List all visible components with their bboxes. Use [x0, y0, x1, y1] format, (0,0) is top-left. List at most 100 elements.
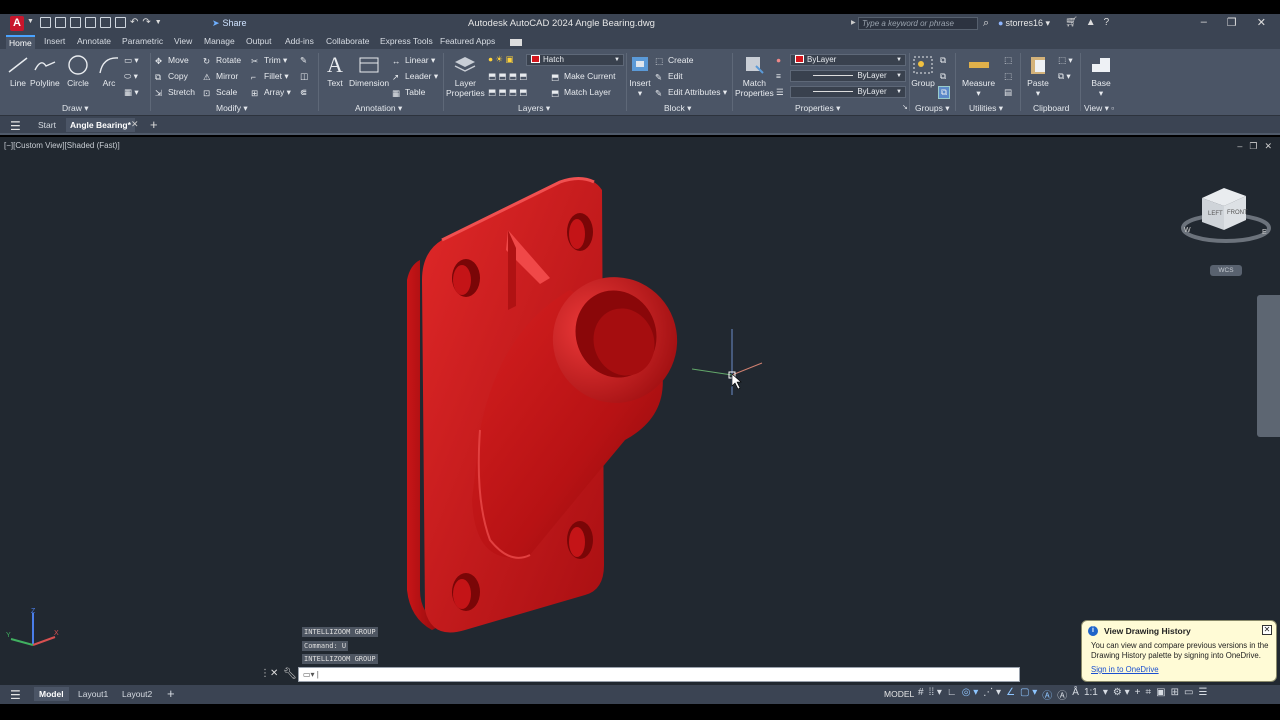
edit-attributes-button[interactable]: ✎ Edit Attributes ▾	[655, 87, 727, 98]
user-account[interactable]: ● storres16 ▾	[998, 18, 1050, 29]
tab-manage[interactable]: Manage	[204, 36, 235, 46]
tab-addins[interactable]: Add-ins	[285, 36, 314, 46]
quick-properties-icon[interactable]: ▣	[1156, 687, 1165, 702]
measure-button[interactable]: Measure ▾	[962, 54, 995, 98]
close-notification-icon[interactable]: ✕	[1262, 625, 1272, 635]
tab-annotate[interactable]: Annotate	[77, 36, 111, 46]
isodraft-icon[interactable]: ⋰ ▾	[983, 687, 1001, 702]
viewcube-front-face[interactable]: FRONT	[1227, 210, 1248, 216]
group-button[interactable]: Group	[911, 54, 935, 88]
save-as-icon[interactable]	[85, 17, 96, 28]
model-space-button[interactable]: MODEL	[884, 689, 914, 699]
stretch-button[interactable]: ⇲ Stretch	[155, 87, 195, 98]
tab-collaborate[interactable]: Collaborate	[326, 36, 369, 46]
undo-icon[interactable]: ↶	[130, 17, 138, 28]
panel-title-block[interactable]: Block ▾	[664, 103, 691, 114]
customize-qat-icon[interactable]: ▼	[155, 19, 162, 26]
color-dropdown[interactable]: ByLayer ▼	[790, 54, 906, 66]
mirror-button[interactable]: ⚠ Mirror	[203, 71, 238, 82]
autoscale-icon[interactable]: Ⓐ	[1057, 687, 1067, 702]
leader-button[interactable]: ↗ Leader ▾	[392, 71, 438, 82]
properties-launcher-icon[interactable]: ↘	[902, 103, 908, 111]
trim-button[interactable]: ✂ Trim ▾	[251, 55, 287, 66]
panel-title-layers[interactable]: Layers ▾	[518, 103, 550, 114]
group-edit-icon[interactable]: ⧉	[940, 71, 946, 82]
panel-title-groups[interactable]: Groups ▾	[915, 103, 950, 114]
viewport-close-icon[interactable]: ✕	[1264, 141, 1272, 152]
panel-title-modify[interactable]: Modify ▾	[216, 103, 248, 114]
drawing-viewport[interactable]: [−][Custom View][Shaded (Fast)] – ❐ ✕ LE…	[0, 137, 1280, 685]
create-block-button[interactable]: ⬚ Create	[655, 55, 694, 66]
grip-icon[interactable]: ⋮	[260, 668, 270, 679]
arc-button[interactable]: Arc	[97, 54, 121, 88]
panel-title-clipboard[interactable]: Clipboard	[1033, 103, 1069, 113]
customize-icon[interactable]: 🔧︎	[283, 667, 297, 680]
tab-featured-apps[interactable]: Featured Apps	[440, 36, 495, 46]
layer-tools-2-icon[interactable]: ⬒ ⬒ ⬒ ⬒	[488, 87, 527, 98]
annotation-visibility-icon[interactable]: Ⓐ	[1042, 687, 1052, 702]
tab-layout2[interactable]: Layout2	[122, 689, 152, 699]
chevron-down-icon[interactable]: ▼	[27, 18, 34, 25]
cart-icon[interactable]: 🛒︎	[1065, 17, 1078, 28]
fillet-button[interactable]: ⌐ Fillet ▾	[251, 71, 289, 82]
search-icon[interactable]: ⌕	[983, 17, 989, 30]
tab-model[interactable]: Model	[34, 687, 69, 701]
units-icon[interactable]: ⌗	[1146, 687, 1152, 702]
close-icon[interactable]: ✕	[1257, 16, 1266, 29]
object-snap-icon[interactable]: ▢ ▾	[1020, 687, 1037, 702]
compass-west-icon[interactable]: W	[1184, 227, 1191, 234]
lineweight-icon[interactable]: ☰	[776, 87, 784, 98]
viewport-controls-label[interactable]: [−][Custom View][Shaded (Fast)]	[4, 141, 120, 150]
tab-home[interactable]: Home	[6, 35, 35, 49]
text-button[interactable]: A Text	[323, 54, 347, 89]
tab-express-tools[interactable]: Express Tools	[380, 36, 433, 46]
match-layer-button[interactable]: ⬒ Match Layer	[551, 87, 611, 98]
linetype-dropdown[interactable]: ByLayer ▼	[790, 70, 906, 82]
tab-output[interactable]: Output	[246, 36, 272, 46]
offset-icon[interactable]: ⋐	[300, 87, 307, 98]
new-file-icon[interactable]	[40, 17, 51, 28]
explode-icon[interactable]: ◫	[300, 71, 308, 82]
circle-button[interactable]: Circle	[66, 54, 90, 88]
snap-icon[interactable]: ⁞⁞ ▾	[929, 687, 942, 702]
new-layout-icon[interactable]: +	[167, 686, 175, 701]
isolate-objects-icon[interactable]: ▭	[1184, 687, 1193, 702]
command-input[interactable]: ▭▾ |	[298, 667, 1020, 682]
array-button[interactable]: ⊞ Array ▾	[251, 87, 291, 98]
copy-button[interactable]: ⧉ Copy	[155, 71, 188, 82]
viewport-restore-icon[interactable]: ❐	[1249, 141, 1257, 152]
chevron-right-icon[interactable]: ▶	[851, 19, 856, 26]
select-all-icon[interactable]: ⬚	[1004, 71, 1012, 82]
search-input[interactable]: Type a keyword or phrase	[858, 17, 978, 30]
erase-icon[interactable]: ✎	[300, 55, 307, 66]
layout-tabs-menu-icon[interactable]: ☰	[10, 688, 21, 702]
open-file-icon[interactable]	[55, 17, 66, 28]
panel-title-utilities[interactable]: Utilities ▾	[969, 103, 1003, 114]
ribbon-state-icon[interactable]	[510, 39, 522, 46]
redo-icon[interactable]: ↷	[142, 17, 150, 28]
polar-icon[interactable]: ◎ ▾	[962, 687, 979, 702]
tab-layout1[interactable]: Layout1	[78, 689, 108, 699]
paste-button[interactable]: Paste ▾	[1026, 54, 1050, 98]
layer-bulb-icon[interactable]: ● ☀ ▣	[488, 54, 514, 65]
table-button[interactable]: ▦ Table	[392, 87, 425, 98]
minimize-icon[interactable]: –	[1201, 16, 1207, 29]
wcs-menu[interactable]: WCS	[1210, 265, 1242, 276]
file-tabs-menu-icon[interactable]: ☰	[10, 119, 21, 133]
compass-east-icon[interactable]: E	[1262, 229, 1267, 236]
grid-icon[interactable]: #	[918, 687, 924, 702]
calculator-icon[interactable]: ▤	[1004, 87, 1012, 98]
rotate-button[interactable]: ↻ Rotate	[203, 55, 241, 66]
lineweight-dropdown[interactable]: ByLayer ▼	[790, 86, 906, 98]
edit-block-button[interactable]: ✎ Edit	[655, 71, 683, 82]
panel-title-view[interactable]: View ▾ ▫	[1084, 103, 1114, 114]
panel-title-annotation[interactable]: Annotation ▾	[355, 103, 402, 114]
scale-button[interactable]: ⊡ Scale	[203, 87, 237, 98]
layer-properties-button[interactable]: Layer Properties	[446, 54, 485, 98]
scale-value[interactable]: 1:1	[1084, 687, 1098, 702]
viewport-minimize-icon[interactable]: –	[1237, 141, 1242, 152]
base-button[interactable]: Base ▾	[1089, 54, 1113, 98]
line-button[interactable]: Line	[6, 54, 30, 88]
close-tab-icon[interactable]: ✕	[131, 119, 139, 130]
annotation-scale-icon[interactable]: Å	[1072, 687, 1079, 702]
